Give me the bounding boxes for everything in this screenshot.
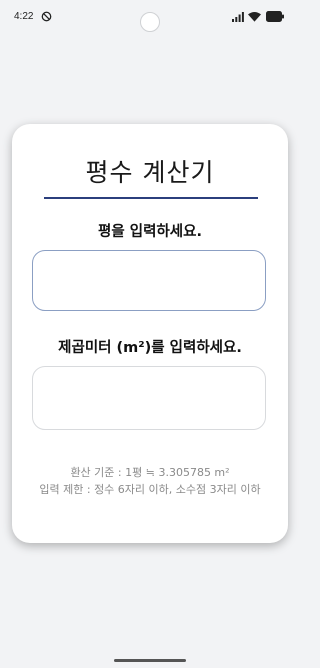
home-indicator[interactable] [114,659,186,662]
wifi-icon [248,11,261,22]
page-title: 평수 계산기 [85,158,215,187]
square-meter-label: 제곱미터 (m²)를 입력하세요. [58,340,242,356]
front-camera [140,12,160,32]
input-limit-info: 입력 제한 : 정수 6자리 이하, 소수점 3자리 이하 [39,483,261,496]
square-meter-input[interactable] [32,366,266,430]
conversion-info: 환산 기준 : 1평 ≒ 3.305785 m² [70,466,230,479]
title-underline [44,197,258,199]
calculator-card: 평수 계산기 평을 입력하세요. 제곱미터 (m²)를 입력하세요. 환산 기준… [12,124,288,543]
status-bar: 4:22 [0,0,300,36]
battery-icon [266,11,284,22]
pyeong-label: 평을 입력하세요. [98,224,202,240]
signal-icon [232,12,244,22]
do-not-disturb-icon [41,11,52,22]
pyeong-input[interactable] [32,250,266,311]
status-time: 4:22 [14,11,34,22]
